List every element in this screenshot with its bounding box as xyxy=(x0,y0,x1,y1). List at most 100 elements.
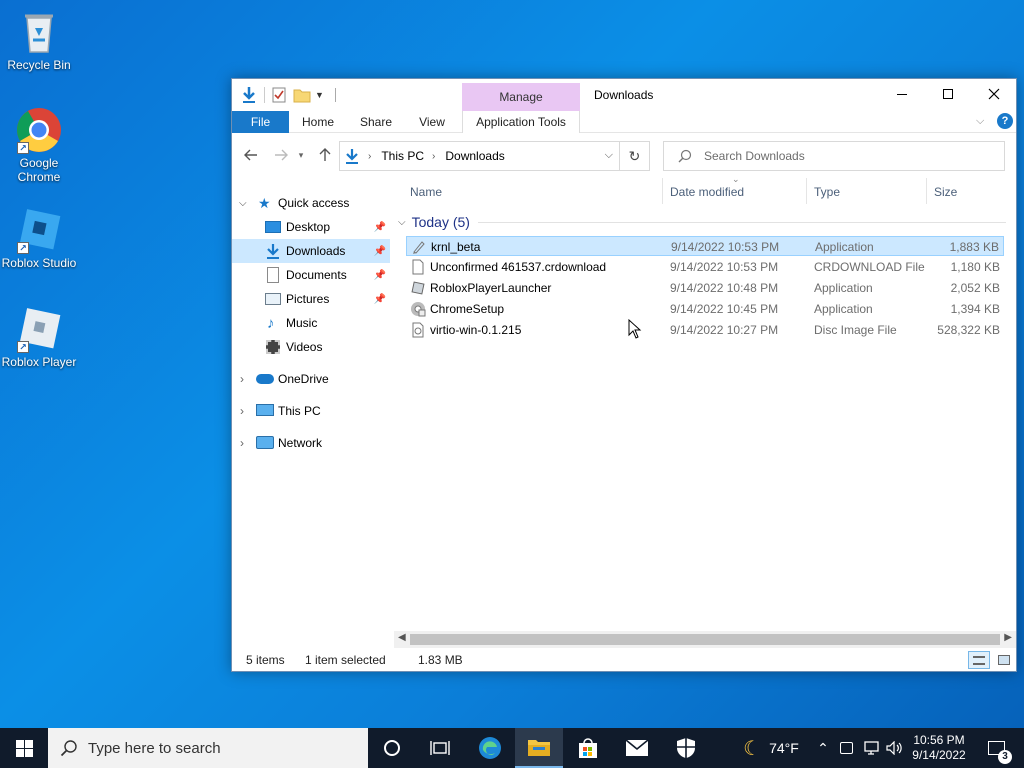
column-divider[interactable] xyxy=(926,178,927,204)
nav-label: Quick access xyxy=(278,196,350,210)
meet-now-icon xyxy=(839,742,853,754)
status-item-count: 5 items xyxy=(246,653,285,667)
column-header-type[interactable]: Type xyxy=(814,182,840,202)
nav-quick-access[interactable]: ⌵ ★ Quick access xyxy=(232,191,390,215)
tray-meet-now-button[interactable] xyxy=(836,728,856,768)
column-divider[interactable] xyxy=(806,178,807,204)
desktop-icon-roblox-studio[interactable]: ↗ Roblox Studio xyxy=(0,206,78,270)
group-header-today[interactable]: ⌵ Today (5) xyxy=(398,212,1006,232)
desktop-icon-roblox-player[interactable]: ↗ Roblox Player xyxy=(0,305,78,369)
nav-item-documents[interactable]: Documents 📌 xyxy=(232,263,390,287)
notification-count-badge: 3 xyxy=(998,750,1012,764)
nav-item-desktop[interactable]: Desktop 📌 xyxy=(232,215,390,239)
chevron-up-icon: ⌃ xyxy=(817,739,829,756)
shortcut-arrow-icon: ↗ xyxy=(17,242,29,254)
scroll-right-icon[interactable]: ▶ xyxy=(1004,632,1012,643)
table-row[interactable]: krnl_beta 9/14/2022 10:53 PM Application… xyxy=(406,236,1004,256)
desktop-icon-label: Roblox Studio xyxy=(1,256,77,270)
tab-share[interactable]: Share xyxy=(354,111,398,133)
tray-network-button[interactable] xyxy=(860,728,882,768)
download-folder-icon[interactable] xyxy=(240,86,258,104)
recent-locations-button[interactable]: ▾ xyxy=(294,145,308,165)
close-button[interactable] xyxy=(971,79,1017,109)
breadcrumb-this-pc[interactable]: This PC xyxy=(381,149,424,163)
address-dropdown-icon[interactable]: ⌵ xyxy=(605,149,613,162)
taskbar-search-placeholder: Type here to search xyxy=(88,739,221,757)
task-view-icon xyxy=(430,741,450,755)
details-view-button[interactable] xyxy=(968,651,990,669)
taskbar-search-input[interactable]: Type here to search xyxy=(48,728,368,768)
table-row[interactable]: ChromeSetup 9/14/2022 10:45 PM Applicati… xyxy=(406,299,1004,319)
cortana-button[interactable] xyxy=(368,728,416,768)
taskbar-edge-button[interactable] xyxy=(466,728,514,768)
forward-button[interactable] xyxy=(270,145,292,165)
minimize-button[interactable] xyxy=(879,79,925,109)
weather-widget[interactable]: ☾ 74°F xyxy=(736,728,806,768)
nav-item-music[interactable]: ♪ Music xyxy=(232,311,390,335)
maximize-button[interactable] xyxy=(925,79,971,109)
nav-this-pc[interactable]: › This PC xyxy=(232,399,390,423)
taskbar-mail-button[interactable] xyxy=(613,728,661,768)
nav-label: This PC xyxy=(278,404,321,418)
back-button[interactable] xyxy=(240,145,262,165)
tray-volume-button[interactable] xyxy=(884,728,906,768)
address-row: ▾ › This PC › Downloads ⌵ ↻ Search Downl… xyxy=(232,139,1016,171)
table-row[interactable]: virtio-win-0.1.215 9/14/2022 10:27 PM Di… xyxy=(406,320,1004,340)
roblox-file-icon xyxy=(411,281,425,295)
nav-network[interactable]: › Network xyxy=(232,431,390,455)
chevron-right-icon: › xyxy=(240,372,244,386)
file-size: 1,883 KB xyxy=(949,240,999,254)
desktop-icon-google-chrome[interactable]: ↗ Google Chrome xyxy=(0,106,78,184)
table-row[interactable]: Unconfirmed 461537.crdownload 9/14/2022 … xyxy=(406,257,1004,277)
file-size: 528,322 KB xyxy=(937,323,1000,337)
column-header-name[interactable]: Name xyxy=(410,182,442,202)
tab-file[interactable]: File xyxy=(232,111,289,133)
maximize-icon xyxy=(943,89,953,99)
start-button[interactable] xyxy=(0,728,48,768)
refresh-button[interactable]: ↻ xyxy=(620,141,650,171)
column-divider[interactable] xyxy=(662,178,663,204)
desktop-icon-label: Google Chrome xyxy=(17,156,61,184)
properties-icon[interactable] xyxy=(271,87,287,103)
tab-home[interactable]: Home xyxy=(296,111,340,133)
desktop-icon-recycle-bin[interactable]: Recycle Bin xyxy=(0,8,78,72)
breadcrumb-downloads[interactable]: Downloads xyxy=(445,149,504,163)
task-view-button[interactable] xyxy=(416,728,464,768)
nav-item-videos[interactable]: Videos xyxy=(232,335,390,359)
expand-ribbon-chevron-icon[interactable]: ⌵ xyxy=(976,115,984,128)
scroll-left-icon[interactable]: ◀ xyxy=(398,632,406,643)
file-list: Name ⌄ Date modified Type Size ⌵ Today (… xyxy=(398,174,1006,634)
nav-onedrive[interactable]: › OneDrive xyxy=(232,367,390,391)
up-button[interactable] xyxy=(314,145,336,165)
table-row[interactable]: RobloxPlayerLauncher 9/14/2022 10:48 PM … xyxy=(406,278,1004,298)
search-input[interactable]: Search Downloads xyxy=(663,141,1005,171)
address-bar[interactable]: › This PC › Downloads ⌵ xyxy=(339,141,620,171)
file-name: Unconfirmed 461537.crdownload xyxy=(430,260,607,274)
new-folder-icon[interactable] xyxy=(293,87,311,103)
tab-view[interactable]: View xyxy=(410,111,454,133)
show-hidden-icons-button[interactable]: ⌃ xyxy=(812,728,834,768)
scrollbar-thumb[interactable] xyxy=(410,634,1000,645)
nav-item-downloads[interactable]: Downloads 📌 xyxy=(232,239,390,263)
horizontal-scrollbar[interactable]: ◀ ▶ xyxy=(394,631,1016,648)
file-size: 2,052 KB xyxy=(950,281,1000,295)
column-header-date-modified[interactable]: Date modified xyxy=(670,182,744,202)
notification-center-button[interactable]: 3 xyxy=(976,728,1016,768)
taskbar-security-button[interactable] xyxy=(662,728,710,768)
column-header-size[interactable]: Size xyxy=(934,182,957,202)
large-icons-view-button[interactable] xyxy=(994,651,1014,669)
file-type: Application xyxy=(814,281,873,295)
nav-item-pictures[interactable]: Pictures 📌 xyxy=(232,287,390,311)
chevron-right-icon: › xyxy=(240,436,244,450)
downloads-location-icon xyxy=(344,148,360,164)
file-date-modified: 9/14/2022 10:48 PM xyxy=(670,281,779,295)
nav-label: Network xyxy=(278,436,323,450)
help-icon[interactable]: ? xyxy=(997,113,1013,129)
pin-icon: 📌 xyxy=(373,245,386,257)
taskbar-file-explorer-button[interactable] xyxy=(515,728,563,768)
tab-application-tools[interactable]: Application Tools xyxy=(462,111,580,133)
taskbar-clock[interactable]: 10:56 PM 9/14/2022 xyxy=(906,728,972,768)
file-date-modified: 9/14/2022 10:53 PM xyxy=(670,260,779,274)
customize-toolbar-dropdown-icon[interactable]: ▼ xyxy=(315,87,327,103)
taskbar-store-button[interactable] xyxy=(564,728,612,768)
